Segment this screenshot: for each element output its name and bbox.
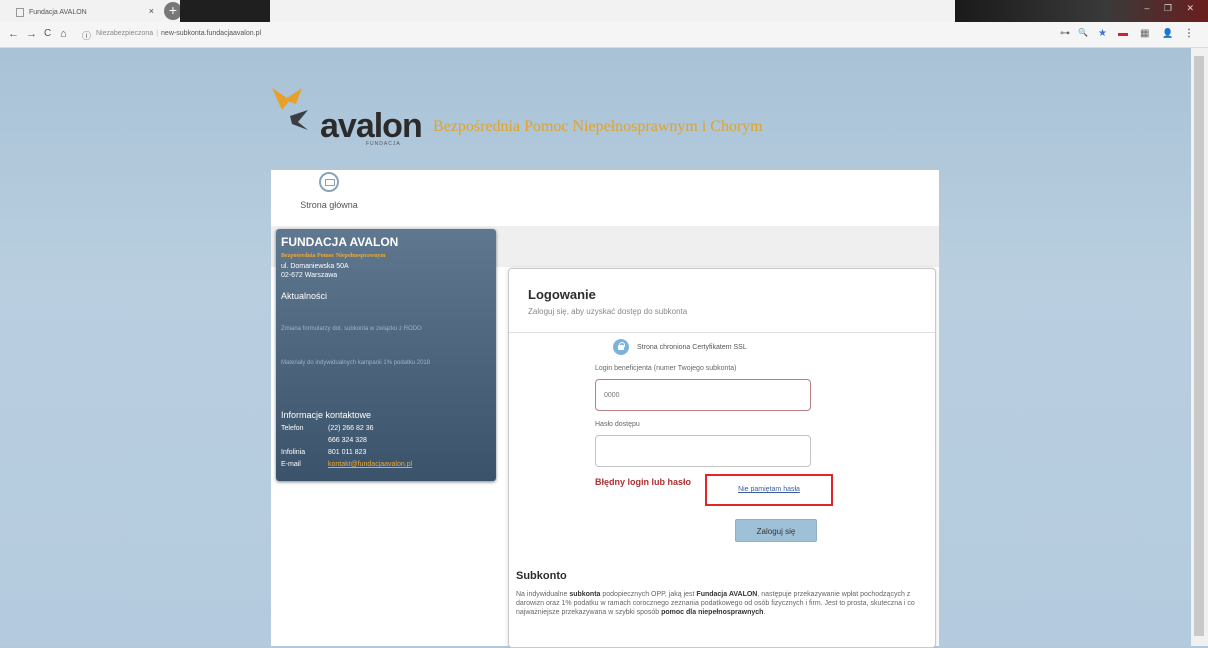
- text: .: [763, 609, 766, 616]
- page-icon: [16, 7, 24, 17]
- phone-value: (22) 266 82 36: [328, 425, 374, 432]
- tab-title: Fundacja AVALON: [29, 8, 87, 16]
- login-error-message: Błędny login lub hasło: [595, 477, 692, 487]
- text-bold: subkonta: [569, 591, 601, 598]
- sidebar-address: ul. Domaniewska 50A 02-672 Warszawa: [281, 262, 349, 280]
- subkonto-description: Na indywidualne subkonta podopiecznych O…: [516, 590, 936, 617]
- close-tab-icon[interactable]: ×: [149, 6, 154, 16]
- login-label: Login beneficjenta (numer Twojego subkon…: [595, 365, 737, 372]
- sidebar-title: FUNDACJA AVALON: [281, 235, 399, 249]
- login-input[interactable]: [595, 379, 811, 411]
- infoline-label: Infolinia: [281, 449, 306, 456]
- logo-fundacja: FUNDACJA: [366, 141, 401, 147]
- news-heading: Aktualności: [281, 291, 328, 301]
- url-separator: |: [156, 30, 159, 37]
- window-controls[interactable]: – ❐ ✕: [1144, 3, 1200, 14]
- ssl-notice: Strona chroniona Certyfikatem SSL: [613, 339, 747, 355]
- key-icon[interactable]: ⊶: [1060, 28, 1070, 39]
- home-label: Strona główna: [300, 200, 358, 210]
- login-subtitle: Zaloguj się, aby uzyskać dostęp do subko…: [528, 307, 688, 316]
- subkonto-heading: Subkonto: [516, 570, 567, 582]
- address-bar: ← → C ⌂ ⓘ Niezabezpieczona | new-subkonta.…: [0, 22, 1208, 48]
- address-line: ul. Domaniewska 50A: [281, 263, 349, 270]
- lock-icon: [613, 339, 629, 355]
- divider: [509, 332, 935, 333]
- forgot-password-link[interactable]: Nie pamiętam hasła: [738, 486, 800, 493]
- back-icon[interactable]: ←: [8, 28, 19, 40]
- text: Na indywidualne: [516, 591, 570, 598]
- phone-value-2: 666 324 328: [328, 437, 367, 444]
- contact-email: E-mail kontakt@fundacjaavalon.pl: [281, 461, 412, 468]
- extension-grid-icon[interactable]: ▦: [1140, 28, 1149, 39]
- news-link[interactable]: Materiały do indywidualnych kampanii 1% …: [281, 359, 486, 368]
- profile-icon[interactable]: 👤: [1162, 28, 1173, 39]
- bookmark-star-icon[interactable]: ★: [1098, 28, 1107, 39]
- news-link[interactable]: Zmiana formularzy dot. subkonta w związk…: [281, 325, 486, 334]
- url-field[interactable]: Niezabezpieczona | new-subkonta.fundacjaav…: [96, 30, 261, 37]
- home-icon[interactable]: ⌂: [60, 28, 67, 40]
- contact-phone: Telefon (22) 266 82 36: [281, 425, 374, 432]
- browser-tab[interactable]: Fundacja AVALON ×: [6, 2, 156, 22]
- contact-phone-2: 666 324 328: [281, 437, 367, 444]
- address-line: 02-672 Warszawa: [281, 272, 338, 279]
- password-input[interactable]: [595, 435, 811, 467]
- login-title: Logowanie: [528, 287, 596, 302]
- phone-label: Telefon: [281, 425, 304, 432]
- email-label: E-mail: [281, 461, 301, 468]
- text: podopiecznych OPP, jaką jest: [600, 591, 697, 598]
- sidebar-panel: FUNDACJA AVALON Bezpośrednia Pomoc Niepe…: [276, 229, 496, 481]
- scrollbar-thumb[interactable]: [1194, 56, 1204, 636]
- home-nav-link[interactable]: Strona główna: [274, 172, 384, 222]
- tab-bar: Fundacja AVALON × + – ❐ ✕: [0, 0, 1208, 22]
- extension-icon[interactable]: ▬: [1118, 28, 1128, 39]
- scrollbar[interactable]: [1191, 48, 1208, 646]
- contact-heading: Informacje kontaktowe: [281, 410, 372, 420]
- titlebar-area: [180, 0, 270, 22]
- text-bold: pomoc dla niepełnosprawnych: [661, 609, 764, 616]
- reload-icon[interactable]: C: [44, 28, 51, 39]
- info-icon[interactable]: ⓘ: [82, 29, 91, 42]
- password-label: Hasło dostępu: [595, 421, 640, 428]
- sidebar-subtitle: Bezpośrednia Pomoc Niepełnosprawnym: [281, 253, 386, 259]
- contact-infoline: Infolinia 801 011 823: [281, 449, 366, 456]
- ssl-text: Strona chroniona Certyfikatem SSL: [637, 343, 747, 351]
- bird-logo-icon: [272, 88, 308, 130]
- text-bold: Fundacja AVALON: [696, 591, 758, 598]
- url-host: new-subkonta.fundacjaavalon.pl: [161, 30, 262, 37]
- forgot-password-highlight: Nie pamiętam hasła: [705, 474, 833, 506]
- menu-icon[interactable]: ⋮: [1184, 28, 1194, 39]
- site-tagline: Bezpośrednia Pomoc Niepełnosprawnym i Ch…: [433, 118, 763, 135]
- url-security: Niezabezpieczona: [96, 30, 154, 37]
- infoline-value: 801 011 823: [328, 449, 367, 456]
- email-link[interactable]: kontakt@fundacjaavalon.pl: [328, 461, 412, 468]
- monitor-icon: [319, 172, 339, 192]
- zoom-icon[interactable]: 🔍: [1078, 28, 1088, 37]
- login-button[interactable]: Zaloguj się: [735, 519, 817, 542]
- forward-icon[interactable]: →: [26, 28, 37, 40]
